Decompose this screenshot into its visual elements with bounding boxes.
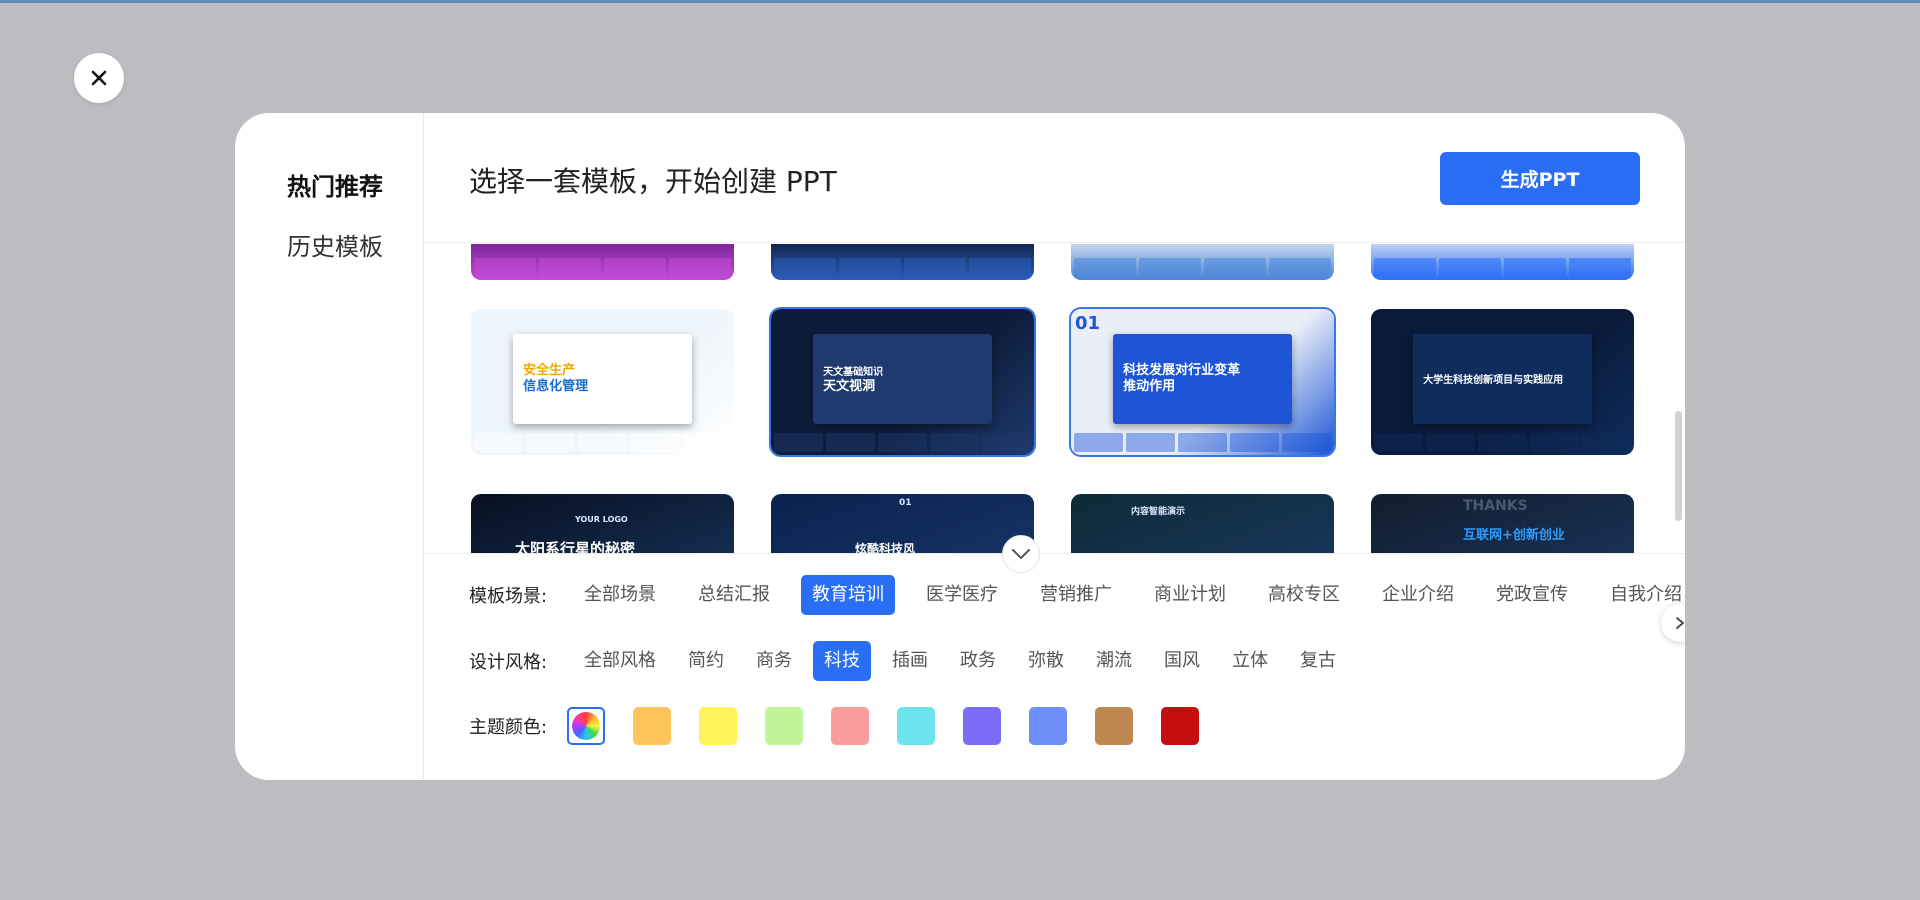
template-title: 安全生产 <box>523 362 576 378</box>
filter-panel: 模板场景: 全部场景 总结汇报 教育培训 医学医疗 营销推广 商业计划 高校专区 企业介绍 党政… <box>424 535 1685 780</box>
chevron-down-icon <box>1012 549 1030 560</box>
scene-option[interactable]: 总结汇报 <box>687 575 781 615</box>
style-option[interactable]: 商务 <box>745 641 803 681</box>
style-option[interactable]: 简约 <box>677 641 735 681</box>
generate-ppt-button[interactable]: 生成PPT <box>1440 152 1640 205</box>
template-card[interactable] <box>471 244 734 280</box>
scene-next-button[interactable] <box>1661 604 1685 642</box>
template-title: 互联网+创新创业 <box>1463 528 1565 543</box>
color-filter-label: 主题颜色: <box>469 717 548 738</box>
template-subtitle: 天文基础知识 <box>823 366 884 378</box>
chevron-right-icon <box>1676 617 1685 629</box>
template-title: 炫酷科技风 <box>855 542 916 553</box>
style-option[interactable]: 潮流 <box>1085 641 1143 681</box>
color-filter-row: 主题颜色: <box>469 706 1227 746</box>
scene-filter-row: 模板场景: 全部场景 总结汇报 教育培训 医学医疗 营销推广 商业计划 高校专区 企业介绍 党政… <box>469 575 1685 615</box>
scene-option[interactable]: 营销推广 <box>1029 575 1123 615</box>
template-title: 内容智能演示 <box>1131 507 1186 517</box>
template-card[interactable]: 内容智能演示 <box>1071 494 1334 553</box>
template-card[interactable]: 科技发展对行业变革 推动作用 01 <box>1071 309 1334 455</box>
template-cover: 天文基础知识 天文视洞 <box>813 333 992 425</box>
color-swatch[interactable] <box>1029 707 1067 745</box>
color-wheel-icon <box>572 712 600 740</box>
header: 选择一套模板，开始创建 PPT 生成PPT <box>424 113 1685 243</box>
style-option[interactable]: 弥散 <box>1017 641 1075 681</box>
template-title: 天文视洞 <box>823 378 876 394</box>
scene-option[interactable]: 党政宣传 <box>1485 575 1579 615</box>
color-swatch[interactable] <box>963 707 1001 745</box>
template-logo-text: YOUR LOGO <box>575 515 628 524</box>
style-options: 全部风格 简约 商务 科技 插画 政务 弥散 潮流 国风 立体 复古 <box>573 641 1357 681</box>
scene-option[interactable]: 高校专区 <box>1257 575 1351 615</box>
template-number: 01 <box>899 498 912 508</box>
gallery-scrollbar[interactable] <box>1675 411 1682 521</box>
close-button[interactable] <box>74 53 124 103</box>
style-option[interactable]: 复古 <box>1289 641 1347 681</box>
template-preview-cells <box>1371 433 1634 455</box>
template-cover: 科技发展对行业变革 推动作用 <box>1113 333 1292 425</box>
template-card[interactable]: 01 炫酷科技风 <box>771 494 1034 553</box>
style-option[interactable]: 国风 <box>1153 641 1211 681</box>
sidebar-item-history-templates[interactable]: 历史模板 <box>287 227 383 262</box>
scene-options: 全部场景 总结汇报 教育培训 医学医疗 营销推广 商业计划 高校专区 企业介绍 党政宣传 自我介绍 <box>573 575 1685 615</box>
template-gallery[interactable]: 安全生产 信息化管理 天文基础知识 天文视洞 科技发展对行业变革 推动作用 01 <box>424 244 1685 553</box>
style-option[interactable]: 科技 <box>813 641 871 681</box>
template-preview-cells <box>771 258 1034 280</box>
template-preview-cells <box>471 433 734 455</box>
template-card[interactable] <box>1071 244 1334 280</box>
page-title: 选择一套模板，开始创建 PPT <box>469 165 837 198</box>
close-icon <box>91 70 107 86</box>
template-preview-cells <box>771 433 1034 455</box>
template-card[interactable]: THANKS 互联网+创新创业 <box>1371 494 1634 553</box>
template-cover: 大学生科技创新项目与实践应用 <box>1413 333 1592 425</box>
template-thanks-text: THANKS <box>1463 498 1528 514</box>
color-swatch[interactable] <box>699 707 737 745</box>
template-card[interactable] <box>1371 244 1634 280</box>
color-swatch[interactable] <box>765 707 803 745</box>
color-swatch[interactable] <box>1095 707 1133 745</box>
template-title: 太阳系行星的秘密 <box>515 540 636 553</box>
template-card[interactable]: 安全生产 信息化管理 <box>471 309 734 455</box>
scene-option[interactable]: 商业计划 <box>1143 575 1237 615</box>
expand-gallery-button[interactable] <box>1002 535 1040 573</box>
scene-option[interactable]: 医学医疗 <box>915 575 1009 615</box>
color-swatch[interactable] <box>831 707 869 745</box>
color-swatch[interactable] <box>633 707 671 745</box>
style-option[interactable]: 政务 <box>949 641 1007 681</box>
sidebar: 热门推荐 历史模板 <box>235 113 424 780</box>
color-options <box>567 707 1227 745</box>
color-swatch[interactable] <box>1161 707 1199 745</box>
color-swatch-all[interactable] <box>567 707 605 745</box>
template-title-line2: 信息化管理 <box>523 379 589 395</box>
style-option[interactable]: 插画 <box>881 641 939 681</box>
template-preview-cells <box>1371 258 1634 280</box>
template-preview-cells <box>471 258 734 280</box>
style-filter-row: 设计风格: 全部风格 简约 商务 科技 插画 政务 弥散 潮流 国风 立体 复古 <box>469 641 1357 681</box>
color-swatch[interactable] <box>897 707 935 745</box>
scene-option[interactable]: 全部场景 <box>573 575 667 615</box>
scene-option[interactable]: 企业介绍 <box>1371 575 1465 615</box>
window-top-border <box>0 0 1920 3</box>
main-panel: 选择一套模板，开始创建 PPT 生成PPT 安全生产 信息化管理 天文基础知识 … <box>424 113 1685 780</box>
style-filter-label: 设计风格: <box>469 652 548 673</box>
scene-option[interactable]: 教育培训 <box>801 575 895 615</box>
template-picker-modal: 热门推荐 历史模板 选择一套模板，开始创建 PPT 生成PPT 安全生产 信息化… <box>235 113 1685 780</box>
template-title: 科技发展对行业变革 <box>1123 362 1241 378</box>
style-option[interactable]: 立体 <box>1221 641 1279 681</box>
template-card[interactable]: 天文基础知识 天文视洞 <box>771 309 1034 455</box>
style-option[interactable]: 全部风格 <box>573 641 667 681</box>
template-title: 大学生科技创新项目与实践应用 <box>1423 375 1564 387</box>
template-title-line2: 推动作用 <box>1123 379 1176 395</box>
template-card[interactable]: YOUR LOGO 太阳系行星的秘密 <box>471 494 734 553</box>
template-preview-cells <box>1071 433 1334 455</box>
template-preview-cells <box>1071 258 1334 280</box>
sidebar-item-hot-recommend[interactable]: 热门推荐 <box>287 167 383 202</box>
template-card[interactable] <box>771 244 1034 280</box>
template-cover: 安全生产 信息化管理 <box>513 333 692 425</box>
template-number: 01 <box>1075 313 1101 334</box>
scene-filter-label: 模板场景: <box>469 586 548 607</box>
template-card[interactable]: 大学生科技创新项目与实践应用 <box>1371 309 1634 455</box>
